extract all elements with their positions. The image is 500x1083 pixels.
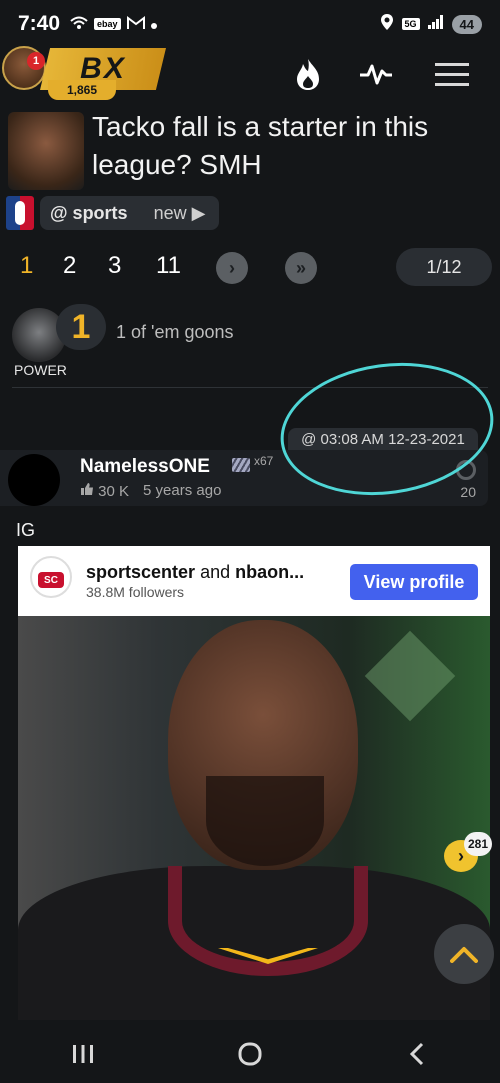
status-bar: 7:40 ebay 5G 44 bbox=[0, 0, 500, 48]
embed-and: and bbox=[200, 562, 231, 582]
menu-icon[interactable] bbox=[434, 56, 470, 92]
op-tagline: 1 of 'em goons bbox=[116, 322, 234, 342]
next-page-button[interactable]: › bbox=[216, 252, 248, 284]
status-notification-icons: ebay bbox=[70, 15, 157, 33]
reply-count: 20 bbox=[460, 484, 476, 500]
reply-age: 5 years ago bbox=[143, 482, 222, 499]
category-row: @ sports new ▶ bbox=[6, 196, 220, 230]
embed-account-names[interactable]: sportscenter and nbaon... bbox=[86, 562, 312, 583]
embed-label: IG bbox=[16, 520, 36, 540]
post-title: Tacko fall is a starter in this league? … bbox=[92, 111, 429, 180]
status-system-icons: 5G 44 bbox=[380, 13, 482, 36]
reply-avatar[interactable] bbox=[8, 454, 60, 506]
last-page-button[interactable]: » bbox=[285, 252, 317, 284]
embed-account-2: nbaon... bbox=[235, 562, 305, 582]
dot-icon bbox=[150, 16, 157, 32]
nba-logo-icon bbox=[6, 196, 34, 230]
chevron-up-icon bbox=[450, 947, 478, 963]
activity-icon[interactable] bbox=[358, 56, 394, 92]
new-posts-link[interactable]: new ▶ bbox=[154, 203, 206, 224]
page-1[interactable]: 1 bbox=[20, 252, 33, 280]
page-3[interactable]: 3 bbox=[108, 252, 121, 280]
system-nav-bar bbox=[0, 1024, 500, 1083]
embed-account: sportscenter bbox=[86, 562, 196, 582]
recents-icon bbox=[73, 1044, 94, 1063]
category-name: @ sports bbox=[50, 202, 128, 223]
likes-count: 30 K bbox=[98, 483, 130, 500]
app-header: BX 1 1,865 bbox=[0, 46, 500, 104]
reply-meta: 30 K 5 years ago bbox=[80, 482, 221, 500]
signal-icon bbox=[427, 14, 444, 34]
notification-badge[interactable]: 1 bbox=[27, 52, 45, 70]
page-count[interactable]: 1/12 bbox=[396, 248, 492, 286]
view-profile-button[interactable]: View profile bbox=[350, 564, 478, 600]
embed-followers: 38.8M followers bbox=[86, 584, 185, 600]
comments-button[interactable]: › 281 bbox=[444, 832, 492, 872]
sportscenter-logo-icon[interactable]: SC bbox=[30, 556, 72, 598]
recent-apps-button[interactable] bbox=[53, 1034, 113, 1074]
user-badge-icon bbox=[232, 458, 250, 472]
thumbs-up-icon bbox=[81, 483, 93, 495]
post-header: Tacko fall is a starter in this league? … bbox=[0, 108, 500, 194]
category-pill[interactable]: @ sports new ▶ bbox=[40, 196, 220, 230]
background-logo bbox=[364, 630, 456, 722]
scroll-to-top-button[interactable] bbox=[434, 924, 494, 984]
wifi-icon bbox=[70, 16, 88, 33]
instagram-embed: SC sportscenter and nbaon... 38.8M follo… bbox=[18, 546, 490, 1020]
back-button[interactable] bbox=[387, 1034, 447, 1074]
home-icon bbox=[238, 1042, 262, 1065]
fire-icon[interactable] bbox=[290, 56, 326, 92]
gmail-icon bbox=[126, 15, 145, 33]
battery-icon: 44 bbox=[451, 14, 482, 34]
status-time: 7:40 bbox=[18, 12, 61, 35]
sportscenter-logo-text: SC bbox=[38, 572, 64, 588]
player-beard bbox=[206, 776, 324, 866]
home-button[interactable] bbox=[220, 1034, 280, 1074]
op-rank-badge: 1 bbox=[56, 304, 106, 350]
embed-photo[interactable] bbox=[18, 616, 490, 1020]
ebay-icon: ebay bbox=[94, 18, 121, 30]
network-type: 5G bbox=[401, 18, 420, 30]
back-icon bbox=[409, 1042, 423, 1065]
pagination: 1 2 3 11 › » 1/12 bbox=[0, 248, 500, 288]
page-11[interactable]: 11 bbox=[156, 252, 181, 280]
page-2[interactable]: 2 bbox=[63, 252, 76, 280]
power-label: POWER bbox=[14, 362, 67, 378]
comments-count: 281 bbox=[464, 832, 492, 856]
reply-multiplier: x67 bbox=[254, 454, 274, 468]
user-points: 1,865 bbox=[48, 80, 116, 100]
likes[interactable]: 30 K bbox=[80, 482, 129, 500]
poster-avatar[interactable] bbox=[8, 112, 84, 190]
location-icon bbox=[380, 13, 394, 36]
reply-username[interactable]: NamelessONE bbox=[80, 456, 210, 478]
embed-header: SC sportscenter and nbaon... 38.8M follo… bbox=[18, 546, 490, 616]
